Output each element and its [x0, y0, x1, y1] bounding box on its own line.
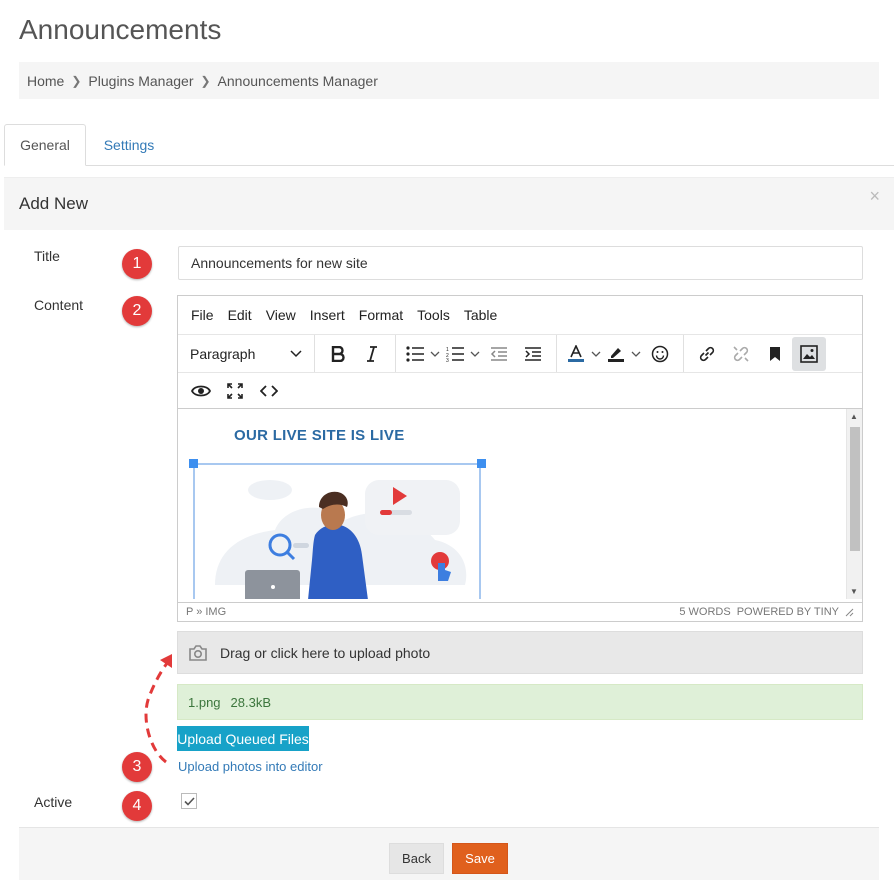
editor-content-area[interactable]: OUR LIVE SITE IS LIVE ▲ ▼ — [178, 409, 862, 599]
tab-settings[interactable]: Settings — [88, 124, 170, 166]
scroll-down-icon[interactable]: ▼ — [850, 587, 858, 596]
announcement-image[interactable] — [193, 463, 481, 599]
emoji-icon[interactable] — [643, 337, 677, 371]
italic-icon[interactable] — [355, 337, 389, 371]
resize-handle-top-left[interactable] — [189, 459, 198, 468]
resize-grip-icon[interactable] — [845, 608, 854, 617]
title-input[interactable] — [178, 246, 863, 280]
indent-icon[interactable] — [516, 337, 550, 371]
outdent-icon[interactable] — [482, 337, 516, 371]
title-label: Title — [34, 248, 60, 264]
numbered-list-icon[interactable]: 123 — [442, 337, 468, 371]
editor-menubar: File Edit View Insert Format Tools Table — [178, 296, 862, 334]
bold-icon[interactable] — [321, 337, 355, 371]
chevron-down-icon[interactable] — [428, 351, 442, 357]
powered-by-link[interactable]: POWERED BY TINY — [737, 606, 839, 618]
editor-scrollbar[interactable]: ▲ ▼ — [846, 409, 862, 599]
bookmark-icon[interactable] — [758, 337, 792, 371]
queued-file-item: 1.png 28.3kB — [177, 684, 863, 720]
annotation-arrow-icon — [144, 654, 172, 764]
scroll-thumb[interactable] — [850, 427, 860, 551]
editor-statusbar: P » IMG 5 WORDS POWERED BY TINY — [178, 602, 862, 621]
breadcrumb-plugins-manager[interactable]: Plugins Manager — [88, 73, 193, 89]
tab-general[interactable]: General — [4, 124, 86, 166]
active-label: Active — [34, 794, 73, 810]
page-title: Announcements — [19, 14, 222, 45]
menu-insert[interactable]: Insert — [303, 307, 352, 323]
step-marker-2: 2 — [122, 296, 152, 326]
form-footer: Back Save — [19, 827, 879, 880]
checkmark-icon — [183, 796, 195, 806]
file-size: 28.3kB — [230, 694, 272, 710]
text-color-icon[interactable] — [563, 337, 589, 371]
menu-view[interactable]: View — [259, 307, 303, 323]
chevron-down-icon[interactable] — [468, 351, 482, 357]
unlink-icon[interactable] — [724, 337, 758, 371]
breadcrumb-current: Announcements Manager — [217, 72, 378, 89]
content-label: Content — [34, 297, 84, 313]
preview-eye-icon[interactable] — [184, 374, 218, 408]
bullet-list-icon[interactable] — [402, 337, 428, 371]
content-heading: OUR LIVE SITE IS LIVE — [234, 427, 405, 444]
word-count: 5 WORDS — [679, 606, 731, 618]
menu-tools[interactable]: Tools — [410, 307, 457, 323]
dropzone-text: Drag or click here to upload photo — [220, 644, 431, 661]
step-marker-4: 4 — [122, 791, 152, 821]
block-format-select[interactable]: Paragraph — [182, 337, 308, 371]
file-name: 1.png — [188, 694, 221, 710]
chevron-right-icon: ❯ — [200, 73, 211, 88]
breadcrumb: Home ❯ Plugins Manager ❯ Announcements M… — [19, 62, 879, 99]
fullscreen-icon[interactable] — [218, 374, 252, 408]
chevron-down-icon — [290, 349, 302, 357]
chevron-down-icon[interactable] — [629, 351, 643, 357]
editor-toolbar-secondary — [178, 372, 862, 409]
chevron-down-icon[interactable] — [589, 351, 603, 357]
photo-dropzone[interactable]: Drag or click here to upload photo — [177, 631, 863, 674]
rich-text-editor: File Edit View Insert Format Tools Table… — [177, 295, 863, 622]
svg-text:3: 3 — [446, 358, 449, 362]
source-code-icon[interactable] — [252, 374, 286, 408]
close-icon[interactable]: × — [869, 186, 880, 207]
highlight-color-icon[interactable] — [603, 337, 629, 371]
menu-file[interactable]: File — [184, 307, 221, 323]
panel-header: Add New × — [4, 177, 894, 230]
upload-queued-files-button[interactable]: Upload Queued Files — [177, 726, 309, 751]
chevron-right-icon: ❯ — [71, 73, 82, 88]
tab-bar: General Settings — [4, 124, 894, 166]
menu-table[interactable]: Table — [457, 307, 504, 323]
editor-toolbar-primary: Paragraph 123 — [178, 334, 862, 373]
block-format-value: Paragraph — [190, 345, 256, 362]
menu-format[interactable]: Format — [352, 307, 410, 323]
breadcrumb-home[interactable]: Home — [27, 73, 64, 89]
link-icon[interactable] — [690, 337, 724, 371]
scroll-up-icon[interactable]: ▲ — [850, 412, 858, 421]
camera-icon — [189, 644, 207, 661]
panel-title: Add New — [19, 194, 88, 213]
back-button[interactable]: Back — [389, 843, 444, 874]
save-button[interactable]: Save — [452, 843, 508, 874]
resize-handle-top-right[interactable] — [477, 459, 486, 468]
element-path: P » IMG — [186, 606, 227, 618]
menu-edit[interactable]: Edit — [221, 307, 259, 323]
active-checkbox[interactable] — [181, 793, 197, 809]
upload-into-editor-link[interactable]: Upload photos into editor — [178, 759, 323, 774]
step-marker-1: 1 — [122, 249, 152, 279]
image-icon[interactable] — [792, 336, 826, 371]
